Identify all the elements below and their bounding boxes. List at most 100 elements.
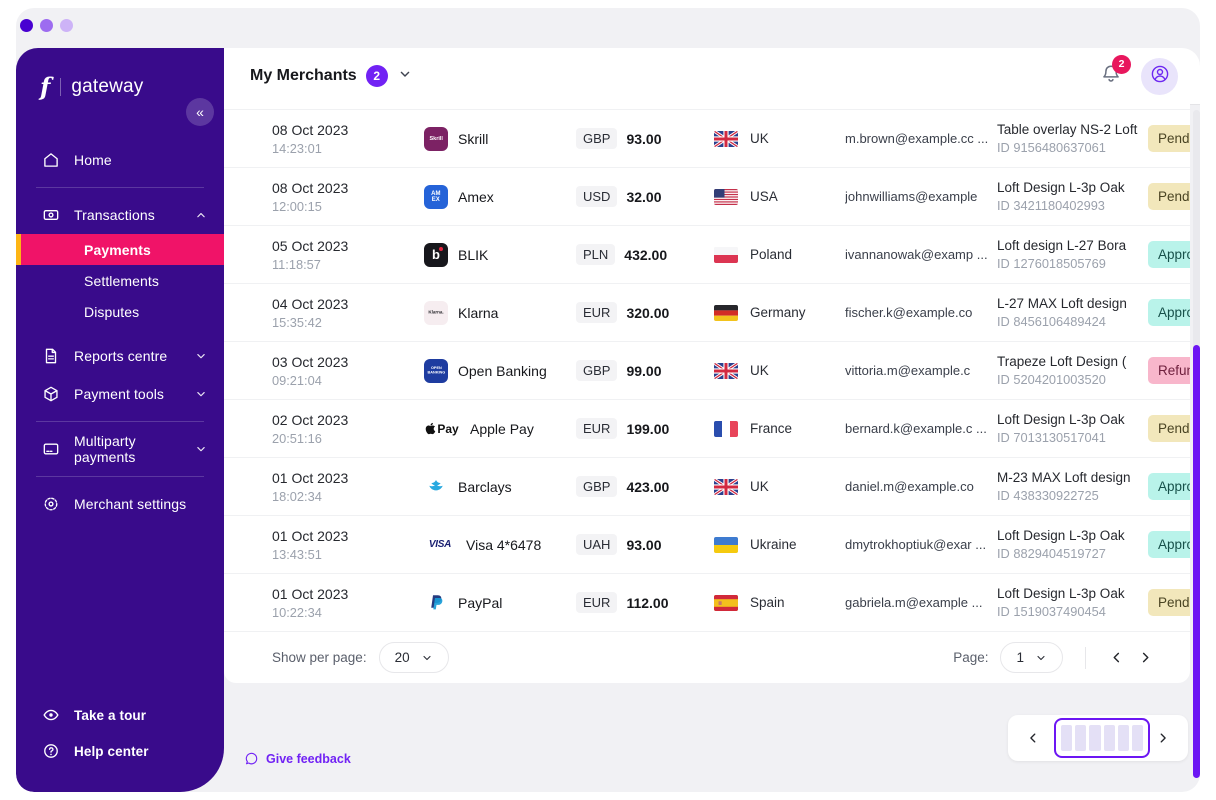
sidebar-item-help-center[interactable]: Help center bbox=[16, 740, 165, 762]
table-row[interactable]: 08 Oct 2023 14:23:01 Skrill Skrill GBP 93.00 U… bbox=[224, 110, 1190, 168]
customer-email: ivannanowak@examp ... bbox=[845, 247, 988, 262]
table-row[interactable]: 02 Oct 2023 20:51:16 Pay Apple Pay EUR 199.00… bbox=[224, 400, 1190, 458]
sidebar-item-take-a-tour[interactable]: Take a tour bbox=[16, 704, 165, 726]
scroll-left-button[interactable] bbox=[1019, 727, 1047, 749]
country-label: UK bbox=[750, 131, 769, 146]
ukraine-flag-icon bbox=[714, 536, 738, 553]
country-cell: UK bbox=[714, 478, 845, 495]
sidebar-item-reports-centre[interactable]: Reports centre bbox=[16, 337, 224, 375]
country-cell: USA bbox=[714, 188, 845, 205]
skrill-icon: Skrill bbox=[424, 126, 448, 151]
payment-method-cell: b BLIK bbox=[424, 242, 576, 267]
amount-cell: EUR 112.00 bbox=[576, 592, 714, 613]
amount-value: 199.00 bbox=[626, 420, 670, 437]
transaction-id: ID 8829404519727 bbox=[997, 546, 1106, 561]
table-row[interactable]: 01 Oct 2023 18:02:34 Barclays GBP 423.00 UK da… bbox=[224, 458, 1190, 516]
sidebar-item-payments[interactable]: Payments bbox=[16, 234, 224, 265]
payment-method-cell: Pay Apple Pay bbox=[424, 417, 576, 441]
table-row[interactable]: 05 Oct 2023 11:18:57 b BLIK PLN 432.00 Poland i… bbox=[224, 226, 1190, 284]
merchant-selector[interactable]: My Merchants 2 bbox=[250, 65, 413, 87]
transactions-table: 08 Oct 2023 14:23:01 Skrill Skrill GBP 93.00 U… bbox=[224, 104, 1190, 683]
window-dot bbox=[20, 19, 33, 32]
page-label: Page: bbox=[953, 650, 989, 665]
country-label: Ukraine bbox=[750, 537, 797, 552]
brand-mark: f bbox=[40, 72, 51, 101]
table-row[interactable]: 01 Oct 2023 13:43:51 VISA Visa 4*6478 UAH 93.… bbox=[224, 516, 1190, 574]
logo-divider bbox=[60, 77, 62, 96]
amount-cell: GBP 93.00 bbox=[576, 128, 714, 149]
spain-flag-icon bbox=[714, 594, 738, 611]
help-icon bbox=[42, 742, 60, 760]
transaction-id: ID 1276018505769 bbox=[997, 256, 1106, 271]
visa-icon: VISA bbox=[428, 539, 452, 550]
vertical-scrollbar[interactable] bbox=[1193, 345, 1200, 778]
sidebar-item-merchant-settings[interactable]: Merchant settings bbox=[16, 485, 224, 523]
date-cell: 01 Oct 2023 13:43:51 bbox=[272, 527, 349, 562]
sidebar-item-home[interactable]: Home bbox=[16, 141, 224, 179]
currency-chip: GBP bbox=[576, 128, 618, 149]
table-row[interactable]: 01 Oct 2023 10:22:34 PayPal EUR 112.00 Spain g… bbox=[224, 574, 1190, 632]
sidebar-item-settlements[interactable]: Settlements bbox=[16, 265, 224, 296]
transaction-id: ID 3421180402993 bbox=[997, 198, 1105, 213]
description-cell: Loft design L-27 Bora ID 1276018505769 bbox=[997, 238, 1148, 271]
sidebar-item-transactions[interactable]: Transactions bbox=[16, 196, 224, 234]
table-row[interactable]: 04 Oct 2023 15:35:42 Klarna. Klarna EUR 320.0… bbox=[224, 284, 1190, 342]
sidebar-item-payment-tools[interactable]: Payment tools bbox=[16, 375, 224, 413]
method-label: BLIK bbox=[458, 246, 489, 263]
prev-page-button[interactable] bbox=[1102, 646, 1131, 669]
profile-button[interactable] bbox=[1141, 57, 1178, 95]
sidebar-collapse-button[interactable]: « bbox=[186, 98, 214, 126]
per-page-value: 20 bbox=[394, 650, 410, 665]
table-row[interactable]: 03 Oct 2023 09:21:04 OPEN BANKING Open Banki… bbox=[224, 342, 1190, 400]
customer-email: fischer.k@example.co bbox=[845, 305, 973, 320]
sidebar-item-label: Transactions bbox=[74, 207, 155, 223]
sidebar-item-disputes[interactable]: Disputes bbox=[16, 296, 224, 327]
usa-flag-icon bbox=[714, 188, 738, 205]
pagination-divider bbox=[1085, 646, 1086, 669]
description-cell: Loft Design L-3p Oak ID 1519037490454 bbox=[997, 586, 1148, 619]
next-page-button[interactable] bbox=[1131, 646, 1160, 669]
scroll-right-button[interactable] bbox=[1149, 727, 1177, 749]
country-cell: Ukraine bbox=[714, 536, 845, 553]
payment-method-cell: Klarna. Klarna bbox=[424, 300, 576, 325]
per-page-select[interactable]: 20 bbox=[378, 642, 449, 673]
sidebar-item-label: Multiparty payments bbox=[74, 433, 136, 465]
transaction-id: ID 438330922725 bbox=[997, 488, 1099, 503]
currency-chip: PLN bbox=[576, 244, 616, 265]
payment-method-cell: Barclays bbox=[424, 475, 576, 499]
chevron-down-icon bbox=[397, 66, 413, 87]
uk-flag-icon bbox=[714, 130, 738, 147]
date-cell: 08 Oct 2023 12:00:15 bbox=[272, 179, 349, 214]
barclays-icon bbox=[424, 475, 448, 499]
notifications-button[interactable]: 2 bbox=[1099, 54, 1131, 91]
status-badge: Refunded bbox=[1148, 357, 1190, 384]
date-cell: 05 Oct 2023 11:18:57 bbox=[272, 237, 349, 272]
method-label: Barclays bbox=[458, 478, 512, 495]
status-cell: Pending bbox=[1148, 415, 1190, 442]
page-select[interactable]: 1 bbox=[1000, 642, 1063, 673]
transaction-id: ID 9156480637061 bbox=[997, 140, 1106, 155]
date-cell: 08 Oct 2023 14:23:01 bbox=[272, 121, 349, 156]
scrollbar-track[interactable] bbox=[1054, 718, 1150, 758]
amex-icon: AM EX bbox=[424, 184, 448, 209]
vertical-scrollbar-track[interactable] bbox=[1193, 110, 1200, 778]
date-cell: 01 Oct 2023 10:22:34 bbox=[272, 585, 349, 620]
transactions-icon bbox=[42, 206, 60, 224]
applepay-icon: Pay bbox=[424, 417, 460, 441]
germany-flag-icon bbox=[714, 304, 738, 321]
feedback-label: Give feedback bbox=[266, 751, 351, 766]
page-value: 1 bbox=[1016, 650, 1024, 665]
amount-cell: USD 32.00 bbox=[576, 186, 714, 207]
table-row[interactable]: 08 Oct 2023 12:00:15 AM EX Amex USD 32.00 USA jo… bbox=[224, 168, 1190, 226]
home-icon bbox=[42, 151, 60, 169]
give-feedback-link[interactable]: Give feedback bbox=[244, 751, 351, 766]
amount-value: 112.00 bbox=[626, 594, 669, 611]
scrollbar-thumb[interactable] bbox=[1054, 718, 1150, 758]
description-cell: Loft Design L-3p Oak ID 7013130517041 bbox=[997, 412, 1148, 445]
status-badge: Approved bbox=[1148, 241, 1190, 268]
sidebar-item-multiparty-payments[interactable]: Multiparty payments bbox=[16, 430, 224, 468]
poland-flag-icon bbox=[714, 246, 738, 263]
description-cell: Loft Design L-3p Oak ID 8829404519727 bbox=[997, 528, 1148, 561]
currency-chip: GBP bbox=[576, 360, 618, 381]
amount-cell: GBP 423.00 bbox=[576, 476, 714, 497]
